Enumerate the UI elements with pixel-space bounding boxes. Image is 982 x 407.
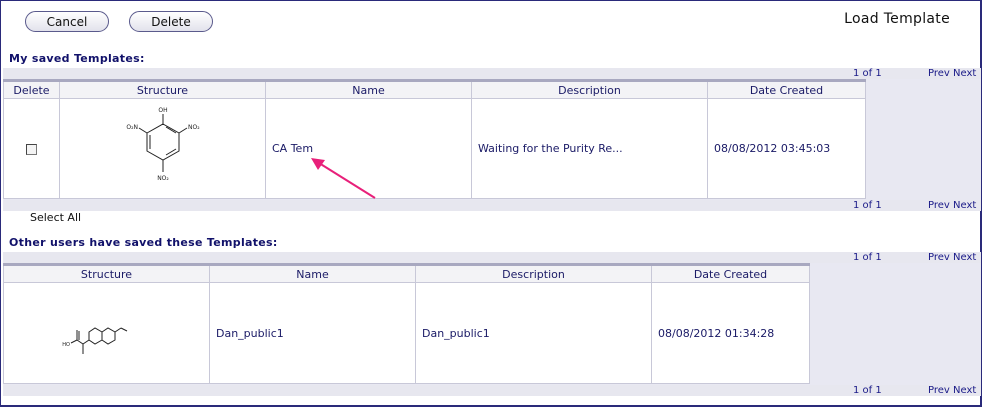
my-templates-heading: My saved Templates: bbox=[9, 52, 145, 65]
page-count: 1 of 1 bbox=[853, 385, 882, 396]
table-row[interactable]: HO Dan_public1 Dan_public1 08/08/2012 01… bbox=[3, 282, 810, 384]
cancel-button[interactable]: Cancel bbox=[25, 11, 109, 32]
other-templates-pager-top: 1 of 1 Prev Next bbox=[1, 252, 982, 263]
other-templates-table: Structure Name Description Date Created bbox=[3, 263, 810, 384]
next-page-link[interactable]: Next bbox=[953, 385, 976, 396]
next-page-link[interactable]: Next bbox=[953, 200, 976, 211]
column-header-date-created[interactable]: Date Created bbox=[707, 79, 866, 99]
other-templates-panel: Structure Name Description Date Created bbox=[3, 263, 981, 385]
my-templates-pager-top: 1 of 1 Prev Next bbox=[1, 68, 982, 79]
structure-cell: HO bbox=[3, 282, 210, 384]
page-title: Load Template bbox=[844, 11, 950, 27]
naproxen-structure-image[interactable]: HO bbox=[57, 302, 157, 362]
structure-label-no2-left: O₂N bbox=[126, 124, 138, 131]
my-templates-table: Delete Structure Name Description Date C… bbox=[3, 79, 866, 199]
structure-label-oh: OH bbox=[158, 107, 167, 114]
my-templates-pager-bottom: 1 of 1 Prev Next bbox=[1, 200, 982, 211]
name-cell[interactable]: Dan_public1 bbox=[209, 282, 416, 384]
structure-label-no2-bottom: NO₂ bbox=[157, 175, 169, 182]
column-header-name[interactable]: Name bbox=[265, 79, 472, 99]
column-header-name[interactable]: Name bbox=[209, 263, 416, 283]
structure-label-ho: HO bbox=[62, 342, 70, 348]
next-page-link[interactable]: Next bbox=[953, 252, 976, 263]
my-templates-panel: Delete Structure Name Description Date C… bbox=[3, 79, 981, 200]
next-page-link[interactable]: Next bbox=[953, 68, 976, 79]
page-count: 1 of 1 bbox=[853, 200, 882, 211]
prev-page-link[interactable]: Prev bbox=[928, 385, 950, 396]
column-header-description[interactable]: Description bbox=[471, 79, 708, 99]
delete-button[interactable]: Delete bbox=[129, 11, 213, 32]
annotation-arrow-icon bbox=[311, 158, 376, 199]
picric-acid-structure-image[interactable]: OH NO₂ O₂N NO₂ bbox=[113, 100, 213, 195]
other-templates-heading: Other users have saved these Templates: bbox=[9, 236, 278, 249]
column-header-date-created[interactable]: Date Created bbox=[651, 263, 810, 283]
structure-label-no2-right: NO₂ bbox=[188, 124, 200, 131]
description-cell: Waiting for the Purity Re... bbox=[471, 98, 708, 199]
column-header-structure[interactable]: Structure bbox=[59, 79, 266, 99]
page-count: 1 of 1 bbox=[853, 68, 882, 79]
structure-cell: OH NO₂ O₂N NO₂ bbox=[59, 98, 266, 199]
delete-checkbox[interactable] bbox=[26, 143, 37, 155]
prev-page-link[interactable]: Prev bbox=[928, 200, 950, 211]
other-templates-pager-bottom: 1 of 1 Prev Next bbox=[1, 385, 982, 396]
date-created-cell: 08/08/2012 03:45:03 bbox=[707, 98, 866, 199]
column-header-delete[interactable]: Delete bbox=[3, 79, 60, 99]
prev-page-link[interactable]: Prev bbox=[928, 252, 950, 263]
delete-cell bbox=[3, 98, 60, 199]
table-row[interactable]: OH NO₂ O₂N NO₂ CA Tem Waiting for the Pu… bbox=[3, 98, 866, 199]
date-created-cell: 08/08/2012 01:34:28 bbox=[651, 282, 810, 384]
load-template-dialog: Cancel Delete Load Template My saved Tem… bbox=[0, 0, 982, 407]
description-cell: Dan_public1 bbox=[415, 282, 652, 384]
column-header-structure[interactable]: Structure bbox=[3, 263, 210, 283]
column-header-description[interactable]: Description bbox=[415, 263, 652, 283]
select-all-link[interactable]: Select All bbox=[30, 211, 81, 224]
page-count: 1 of 1 bbox=[853, 252, 882, 263]
prev-page-link[interactable]: Prev bbox=[928, 68, 950, 79]
